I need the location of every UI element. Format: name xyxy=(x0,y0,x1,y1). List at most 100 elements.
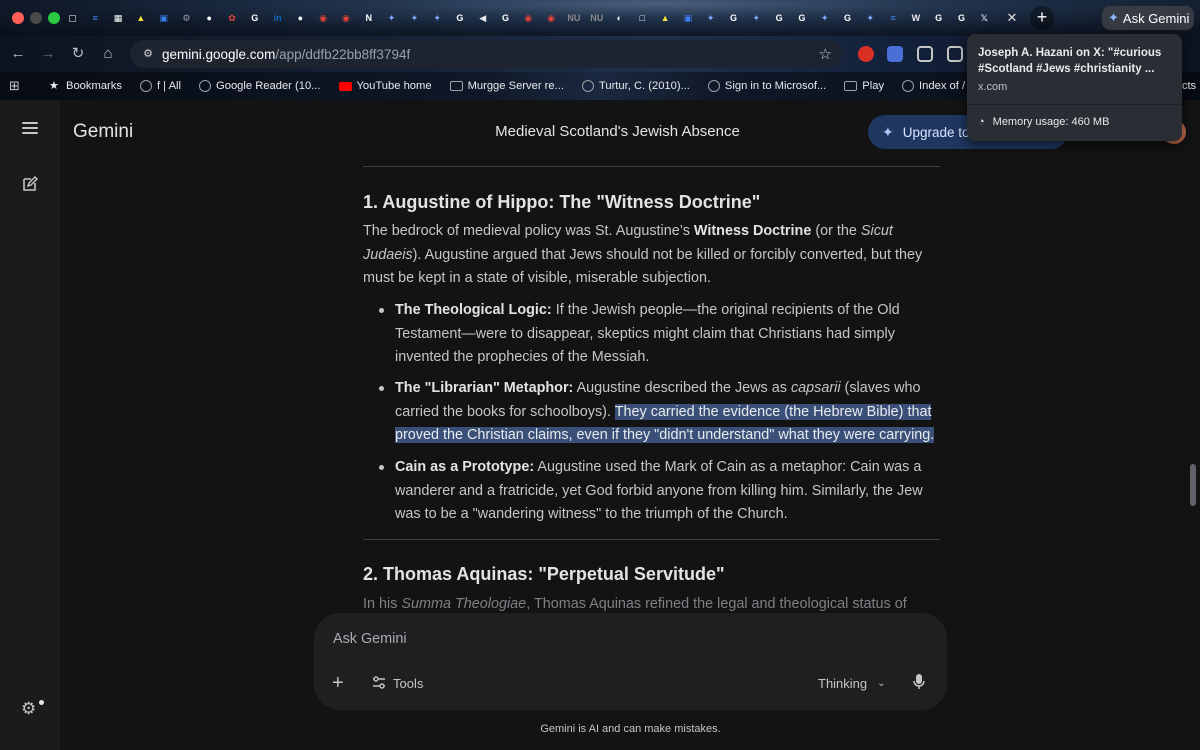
menu-icon[interactable] xyxy=(22,122,38,134)
google-g-icon[interactable]: G xyxy=(495,8,516,28)
add-attachment-icon[interactable]: + xyxy=(332,673,350,693)
section-intro: The bedrock of medieval policy was St. A… xyxy=(363,223,923,286)
red-pill-icon[interactable]: ◉ xyxy=(518,8,539,28)
new-tab-button[interactable]: + xyxy=(1030,6,1054,30)
nu-icon[interactable]: NU xyxy=(586,8,607,28)
bookmark-label: f | All xyxy=(156,80,182,92)
red-pill-icon[interactable]: ◉ xyxy=(336,8,357,28)
speaker-icon[interactable]: ◀ xyxy=(472,8,493,28)
extension-red-icon[interactable] xyxy=(858,46,874,62)
microphone-icon[interactable] xyxy=(912,673,928,693)
close-tab-icon[interactable]: ✕ xyxy=(1002,8,1022,28)
bookmark-item[interactable]: YouTube home xyxy=(338,80,432,92)
side-rail: ⚙ xyxy=(0,100,60,750)
bookmark-item[interactable]: Murgge Server re... xyxy=(449,80,564,92)
nu-icon[interactable]: NU xyxy=(564,8,585,28)
memory-usage: ◔ Memory usage: 460 MB xyxy=(978,116,1109,128)
memory-usage-label: Memory usage: 460 MB xyxy=(992,116,1110,128)
apps-grid-icon[interactable]: ⊞ xyxy=(9,78,25,94)
google-docs-icon[interactable]: ≡ xyxy=(883,8,904,28)
bookmark-star-icon[interactable]: ☆ xyxy=(819,45,832,63)
google-g-icon[interactable]: G xyxy=(244,8,265,28)
square-outline-icon[interactable]: ▢ xyxy=(62,8,83,28)
ask-gemini-button[interactable]: ✦ Ask Gemini xyxy=(1102,6,1194,30)
blue-square-icon[interactable]: ▣ xyxy=(153,8,174,28)
bookmark-item[interactable]: f | All xyxy=(139,80,182,92)
home-icon[interactable]: ⌂ xyxy=(98,44,118,64)
bookmark-label: Index of / xyxy=(919,80,966,92)
youtube-icon xyxy=(338,81,352,91)
hover-card-title: Joseph A. Hazani on X: "#curious #Scotla… xyxy=(978,47,1162,75)
gemini-brand[interactable]: Gemini xyxy=(73,121,133,143)
scrollbar-thumb[interactable] xyxy=(1190,464,1196,506)
mode-selector[interactable]: Thinking ⌄ xyxy=(818,673,886,693)
gemini-sparkle-icon[interactable]: ✦ xyxy=(814,8,835,28)
linkedin-icon[interactable]: in xyxy=(267,8,288,28)
reload-icon[interactable]: ↻ xyxy=(68,44,88,64)
google-g-icon[interactable]: G xyxy=(450,8,471,28)
extensions-puzzle-icon[interactable] xyxy=(917,46,933,62)
bookmark-label: Murgge Server re... xyxy=(467,80,564,92)
bookmark-overflow-label[interactable]: cts xyxy=(1182,80,1196,92)
news-icon[interactable]: N xyxy=(358,8,379,28)
google-g-icon[interactable]: G xyxy=(792,8,813,28)
yellow-logo-icon[interactable]: ▲ xyxy=(655,8,676,28)
grid-icon[interactable]: ▦ xyxy=(108,8,129,28)
blue-square-icon[interactable]: ▣ xyxy=(678,8,699,28)
close-window-button[interactable] xyxy=(12,12,24,24)
settings-gear-icon[interactable]: ⚙ xyxy=(21,700,39,718)
gemini-sparkle-icon[interactable]: ✦ xyxy=(860,8,881,28)
tools-label: Tools xyxy=(393,675,424,691)
gemini-sparkle-icon[interactable]: ✦ xyxy=(746,8,767,28)
half-moon-icon[interactable]: ◐ xyxy=(609,8,630,28)
bookmark-label: Google Reader (10... xyxy=(216,80,321,92)
bookmark-item[interactable]: Index of / xyxy=(902,80,965,92)
white-circle-icon[interactable]: ● xyxy=(290,8,311,28)
divider xyxy=(967,104,1182,105)
bookmark-item[interactable]: Google Reader (10... xyxy=(199,80,321,92)
list-item: The "Librarian" Metaphor: Augustine desc… xyxy=(379,377,940,448)
google-g-icon[interactable]: G xyxy=(951,8,972,28)
bookmark-item[interactable]: Play xyxy=(844,80,884,92)
bookmark-item[interactable]: Sign in to Microsof... xyxy=(707,80,826,92)
yellow-logo-icon[interactable]: ▲ xyxy=(130,8,151,28)
prompt-input[interactable] xyxy=(333,631,893,647)
divider xyxy=(363,539,940,540)
back-arrow-icon[interactable]: ← xyxy=(8,44,28,64)
bookmark-item[interactable]: Turtur, C. (2010)... xyxy=(581,80,690,92)
maximize-window-button[interactable] xyxy=(48,12,60,24)
minimize-window-button[interactable] xyxy=(30,12,42,24)
wordpress-icon[interactable]: W xyxy=(905,8,926,28)
photos-icon[interactable]: ✿ xyxy=(222,8,243,28)
gemini-sparkle-icon[interactable]: ✦ xyxy=(427,8,448,28)
google-g-icon[interactable]: G xyxy=(769,8,790,28)
download-icon[interactable] xyxy=(947,46,963,62)
gemini-sparkle-icon[interactable]: ✦ xyxy=(700,8,721,28)
x-logo-icon[interactable]: 𝕏 xyxy=(974,8,995,28)
list-item: The Theological Logic: If the Jewish peo… xyxy=(379,299,940,370)
google-docs-icon[interactable]: ≡ xyxy=(85,8,106,28)
address-bar[interactable]: ⚙ gemini.google.com/app/ddfb22bb8ff3794f… xyxy=(130,40,842,68)
gemini-sparkle-icon[interactable]: ✦ xyxy=(404,8,425,28)
bookmark-list: ★ Bookmarks f | All Google Reader (10... You… xyxy=(25,80,965,92)
bookmark-item[interactable]: ★ Bookmarks xyxy=(49,80,122,92)
chrome-gear-icon[interactable]: ⚙ xyxy=(176,8,197,28)
red-pill-icon[interactable]: ◉ xyxy=(541,8,562,28)
bookmark-label: YouTube home xyxy=(356,80,432,92)
google-g-icon[interactable]: G xyxy=(837,8,858,28)
red-pill-icon[interactable]: ◉ xyxy=(313,8,334,28)
tools-button[interactable]: Tools xyxy=(372,673,423,693)
extension-capture-icon[interactable] xyxy=(887,46,903,62)
gemini-sparkle-icon[interactable]: ✦ xyxy=(381,8,402,28)
white-circle-icon[interactable]: ● xyxy=(199,8,220,28)
forward-arrow-icon[interactable]: → xyxy=(38,44,58,64)
hover-card-domain: x.com xyxy=(978,81,1008,93)
white-square-icon[interactable]: □ xyxy=(632,8,653,28)
bullet xyxy=(379,386,384,391)
memory-gauge-icon: ◔ xyxy=(978,116,985,128)
google-g-icon[interactable]: G xyxy=(723,8,744,28)
site-info-icon[interactable]: ⚙ xyxy=(140,46,156,62)
new-chat-icon[interactable] xyxy=(22,176,38,192)
google-g-icon[interactable]: G xyxy=(928,8,949,28)
section-intro: In his Summa Theologiae, Thomas Aquinas … xyxy=(363,596,907,612)
